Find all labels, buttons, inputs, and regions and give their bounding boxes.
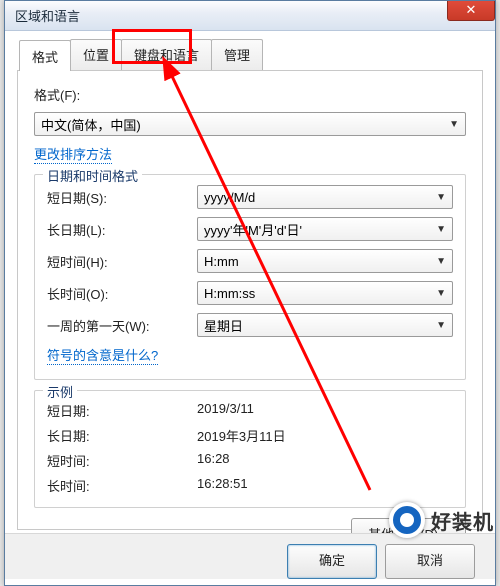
shorttime-label: 短时间(H): [47, 252, 197, 271]
chevron-down-icon: ▼ [436, 256, 446, 267]
ex-shortdate-value: 2019/3/11 [197, 401, 254, 420]
ex-longdate-value: 2019年3月11日 [197, 426, 286, 445]
format-label: 格式(F): [34, 85, 184, 104]
longdate-combo[interactable]: yyyy'年'M'月'd'日' ▼ [197, 217, 453, 241]
ok-button[interactable]: 确定 [287, 544, 377, 579]
tab-panel: 格式(F): 中文(简体，中国) ▼ 更改排序方法 日期和时间格式 短日期(S)… [17, 70, 483, 530]
datetime-legend: 日期和时间格式 [43, 166, 142, 185]
chevron-down-icon: ▼ [436, 224, 446, 235]
close-button[interactable]: ✕ [447, 1, 495, 21]
chevron-down-icon: ▼ [449, 119, 459, 130]
tab-admin[interactable]: 管理 [211, 39, 263, 70]
cancel-button[interactable]: 取消 [385, 544, 475, 579]
longtime-value: H:mm:ss [204, 286, 255, 301]
shortdate-value: yyyy/M/d [204, 190, 255, 205]
symbol-meaning-link[interactable]: 符号的含意是什么? [47, 345, 158, 365]
tab-keyboard-language[interactable]: 键盘和语言 [121, 39, 212, 70]
dialog-window: 区域和语言 ✕ 格式 位置 键盘和语言 管理 格式(F): 中文(简体，中国) … [4, 0, 496, 586]
examples-group: 示例 短日期: 2019/3/11 长日期: 2019年3月11日 短时间: 1… [34, 390, 466, 508]
longtime-combo[interactable]: H:mm:ss ▼ [197, 281, 453, 305]
chevron-down-icon: ▼ [436, 320, 446, 331]
longdate-label: 长日期(L): [47, 220, 197, 239]
change-sort-link[interactable]: 更改排序方法 [34, 144, 112, 164]
watermark-icon [389, 502, 425, 538]
chevron-down-icon: ▼ [436, 288, 446, 299]
dialog-footer: 确定 取消 [5, 533, 495, 579]
ex-shortdate-label: 短日期: [47, 401, 197, 420]
titlebar: 区域和语言 ✕ [5, 1, 495, 31]
chevron-down-icon: ▼ [436, 192, 446, 203]
tab-strip: 格式 位置 键盘和语言 管理 [19, 39, 495, 70]
firstday-label: 一周的第一天(W): [47, 316, 197, 335]
examples-legend: 示例 [43, 382, 77, 401]
window-title: 区域和语言 [15, 6, 80, 25]
tab-format[interactable]: 格式 [19, 40, 71, 71]
shorttime-value: H:mm [204, 254, 239, 269]
ex-longtime-label: 长时间: [47, 476, 197, 495]
watermark: 好装机 [389, 502, 494, 538]
format-combo-value: 中文(简体，中国) [41, 115, 141, 134]
longdate-value: yyyy'年'M'月'd'日' [204, 220, 302, 239]
ex-longdate-label: 长日期: [47, 426, 197, 445]
watermark-text: 好装机 [431, 506, 494, 535]
shorttime-combo[interactable]: H:mm ▼ [197, 249, 453, 273]
format-combo[interactable]: 中文(简体，中国) ▼ [34, 112, 466, 136]
shortdate-label: 短日期(S): [47, 188, 197, 207]
shortdate-combo[interactable]: yyyy/M/d ▼ [197, 185, 453, 209]
tab-location[interactable]: 位置 [70, 39, 122, 70]
ex-shorttime-value: 16:28 [197, 451, 230, 470]
firstday-combo[interactable]: 星期日 ▼ [197, 313, 453, 337]
firstday-value: 星期日 [204, 316, 243, 335]
ex-shorttime-label: 短时间: [47, 451, 197, 470]
longtime-label: 长时间(O): [47, 284, 197, 303]
ex-longtime-value: 16:28:51 [197, 476, 248, 495]
datetime-group: 日期和时间格式 短日期(S): yyyy/M/d ▼ 长日期(L): yyyy'… [34, 174, 466, 380]
